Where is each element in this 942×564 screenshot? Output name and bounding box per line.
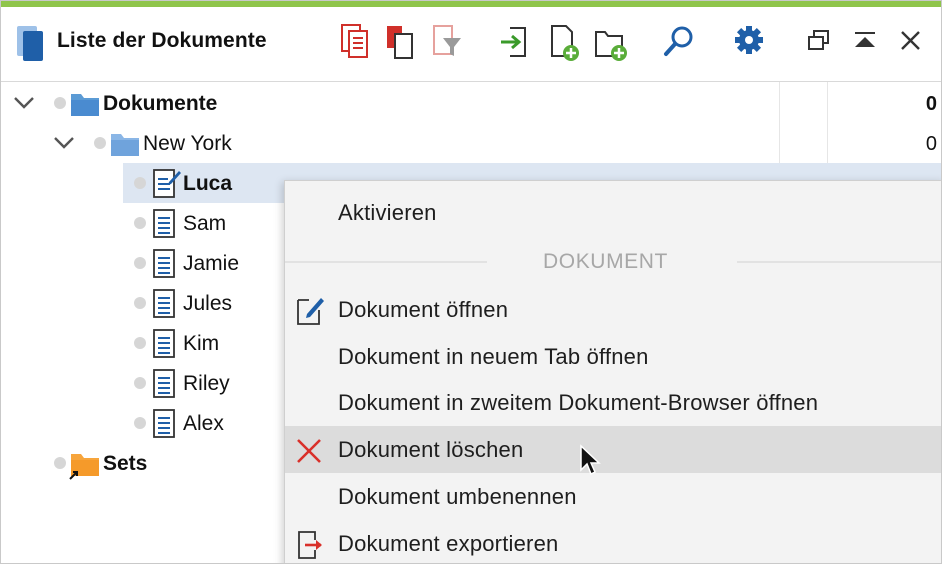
tree-label: Luca — [183, 172, 233, 195]
tree-label: Sets — [103, 452, 148, 475]
status-dot — [134, 217, 146, 229]
collapse-icon[interactable] — [851, 27, 879, 57]
document-icon — [153, 409, 175, 438]
menu-item-label: Dokument in neuem Tab öffnen — [338, 344, 649, 369]
filter-documents-icon[interactable] — [431, 22, 465, 62]
folder-icon — [71, 94, 99, 116]
menu-section-title: DOKUMENT — [543, 250, 668, 273]
menu-item-rename-document[interactable]: Dokument umbenennen — [285, 473, 941, 520]
menu-item-label: Dokument in zweitem Dokument-Browser öff… — [338, 390, 819, 415]
menu-item-label: Dokument löschen — [338, 437, 524, 462]
menu-item-delete-document[interactable]: Dokument löschen — [285, 426, 941, 476]
tree-label: Riley — [183, 372, 230, 395]
menu-item-open-in-second-browser[interactable]: Dokument in zweitem Dokument-Browser öff… — [285, 379, 941, 426]
edit-document-icon — [153, 169, 181, 198]
divider — [737, 261, 941, 263]
tree-label: Sam — [183, 212, 227, 235]
menu-item-open-document[interactable]: Dokument öffnen — [285, 286, 941, 333]
chevron-down-icon[interactable] — [13, 96, 35, 110]
status-dot — [54, 457, 66, 469]
context-menu: Aktivieren DOKUMENT Dokument öffnen Doku… — [284, 180, 941, 563]
panel-title: Liste der Dokumente — [57, 29, 267, 52]
document-icon — [153, 209, 175, 238]
document-icon — [153, 289, 175, 318]
export-icon — [298, 531, 322, 559]
copy-documents-icon[interactable] — [384, 22, 418, 62]
menu-section-header: DOKUMENT — [285, 249, 941, 277]
panel-header: Liste der Dokumente — [1, 7, 941, 82]
document-icon — [153, 369, 175, 398]
tree-label: Dokumente — [103, 92, 218, 115]
import-icon[interactable] — [498, 22, 532, 62]
tree-row-root[interactable]: Dokumente 0 — [1, 83, 941, 123]
status-dot — [134, 257, 146, 269]
edit-document-icon — [297, 298, 324, 325]
status-dot — [94, 137, 106, 149]
status-dot — [134, 297, 146, 309]
delete-x-icon — [297, 439, 321, 463]
document-icon — [153, 249, 175, 278]
chevron-down-icon[interactable] — [53, 136, 75, 150]
tree-label: New York — [143, 132, 232, 155]
status-dot — [134, 377, 146, 389]
tree-label: Alex — [183, 412, 224, 435]
new-folder-icon[interactable] — [593, 22, 631, 64]
search-icon[interactable] — [661, 22, 697, 62]
documents-icon — [17, 26, 43, 61]
tree-label: Jules — [183, 292, 233, 315]
menu-item-activate[interactable]: Aktivieren — [285, 189, 941, 236]
sets-folder-icon — [69, 454, 99, 480]
tree-row-folder[interactable]: New York 0 — [1, 123, 941, 163]
menu-item-label: Dokument umbenennen — [338, 484, 577, 509]
undock-icon[interactable] — [805, 27, 833, 57]
menu-item-label: Dokument öffnen — [338, 297, 509, 322]
tree-label: Jamie — [183, 252, 240, 275]
status-dot — [134, 177, 146, 189]
folder-icon — [111, 134, 139, 156]
menu-item-label: Aktivieren — [338, 200, 437, 225]
document-icon — [153, 329, 175, 358]
new-document-icon[interactable] — [547, 22, 583, 64]
document-count: 0 — [925, 133, 937, 155]
close-icon[interactable] — [897, 27, 925, 57]
document-count: 0 — [925, 93, 937, 115]
tree-label: Kim — [183, 332, 220, 355]
documents-icon[interactable] — [339, 22, 373, 62]
menu-item-label: Dokument exportieren — [338, 531, 559, 556]
status-dot — [134, 417, 146, 429]
status-dot — [54, 97, 66, 109]
menu-item-export-document[interactable]: Dokument exportieren — [285, 520, 941, 563]
document-list-window: Liste der Dokumente Dokumente 0 New York… — [0, 0, 942, 564]
settings-icon[interactable] — [731, 22, 767, 62]
status-dot — [134, 337, 146, 349]
menu-item-open-in-new-tab[interactable]: Dokument in neuem Tab öffnen — [285, 333, 941, 380]
divider — [285, 261, 487, 263]
